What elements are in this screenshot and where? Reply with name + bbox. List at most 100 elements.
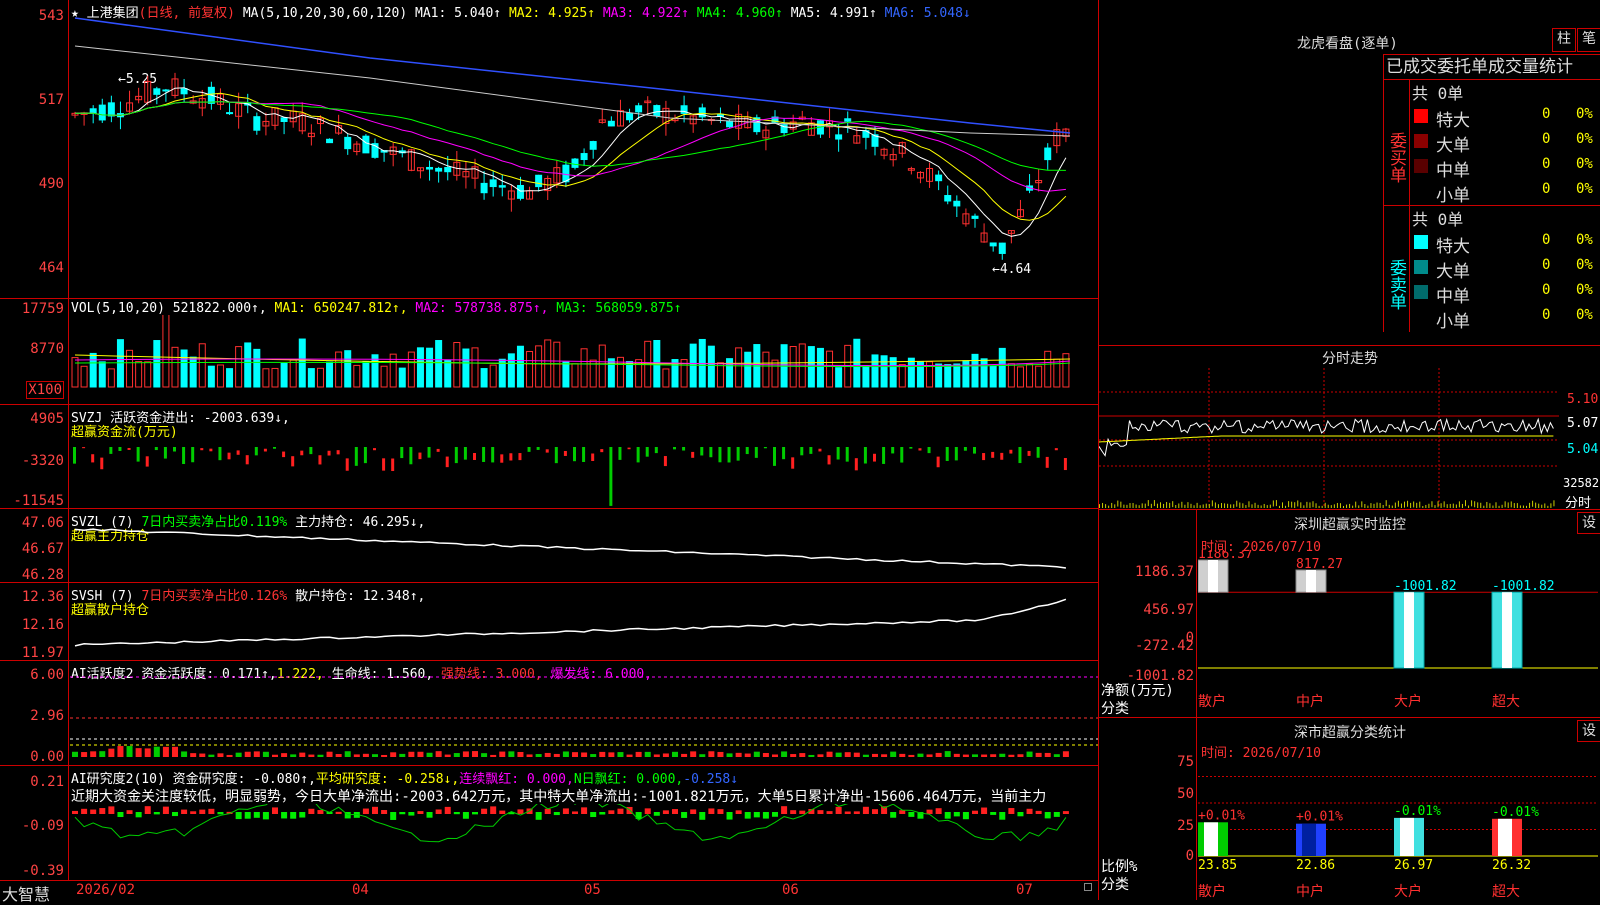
- intraday-volume: [1144, 503, 1146, 508]
- volume-bar: [535, 345, 543, 388]
- intraday-volume: [1306, 501, 1308, 508]
- volume-ma3: MA3: 568059.875↑: [556, 301, 682, 316]
- volume-unit[interactable]: X100: [26, 381, 64, 399]
- intraday-volume: [1129, 503, 1131, 508]
- ai-research-pane[interactable]: 0.21 -0.09 -0.39 AI研究度2(10) 资金研究度: -0.08…: [0, 766, 1098, 881]
- flow-bar: [973, 447, 976, 454]
- research-bar: [972, 810, 978, 814]
- flow-bar: [409, 447, 413, 465]
- volume-bar: [226, 368, 234, 388]
- activity-bar: [753, 751, 760, 757]
- candle: [253, 116, 261, 131]
- volume-pane[interactable]: 17759 8770 X100 VOL(5,10,20) 521822.000↑…: [0, 299, 1098, 405]
- research-bar: [1008, 808, 1015, 814]
- activity-bar: [835, 752, 842, 757]
- flow-bar: [718, 447, 722, 463]
- order-row: 小单 0 0%: [1410, 179, 1600, 206]
- svzj-pane[interactable]: 4905 -3320 -11545 SVZJ 活跃资金进出: -2003.639…: [0, 405, 1098, 509]
- intraday-volume: [1455, 504, 1457, 508]
- flow-bar: [263, 448, 267, 452]
- lock-icon[interactable]: [1084, 883, 1092, 891]
- svsh-pane[interactable]: 12.36 12.16 11.97 SVSH (7) 7日内买卖净占比0.126…: [0, 583, 1098, 661]
- intraday-volume: [1336, 502, 1338, 508]
- volume-bar: [235, 346, 243, 388]
- brand-label[interactable]: 大智慧: [2, 881, 50, 905]
- class-settings-button[interactable]: 设: [1577, 720, 1600, 742]
- flow-bar: [563, 450, 567, 456]
- research-bar: [144, 806, 151, 814]
- order-row: 特大 0 0%: [1410, 230, 1600, 257]
- volume-bars: [71, 315, 1071, 388]
- ai-active-pane[interactable]: 6.00 2.96 0.00 AI活跃度2 资金活跃度: 0.171↑,1.22…: [0, 661, 1098, 766]
- activity-bar: [444, 754, 451, 757]
- monitor-settings-button[interactable]: 设: [1577, 512, 1600, 534]
- intraday-volume: [1510, 501, 1512, 508]
- flow-bar: [1000, 452, 1004, 460]
- order-count: 0: [1542, 282, 1551, 298]
- intraday-panel[interactable]: 分时走势 5.10 5.07 5.04 32582 分时: [1099, 346, 1600, 511]
- flow-bar: [527, 447, 531, 452]
- activity-bar: [599, 751, 606, 757]
- bar-mode-button[interactable]: 柱: [1552, 28, 1576, 52]
- monitor-value: -1001.82: [1492, 579, 1555, 594]
- order-pct: 0%: [1576, 156, 1593, 172]
- ai-research-v5: -0.258↓: [683, 772, 739, 787]
- intraday-volume: [1538, 503, 1540, 508]
- activity-bar: [762, 752, 769, 757]
- research-bar: [835, 806, 842, 814]
- x-tick: 05: [584, 882, 601, 898]
- intraday-volume: [1507, 502, 1509, 508]
- intraday-volume: [1312, 501, 1314, 508]
- activity-bar: [653, 754, 660, 757]
- svzl-pane[interactable]: 47.06 46.67 46.28 SVZL (7) 7日内买卖净占比0.119…: [0, 509, 1098, 583]
- monitor-bar-highlight: [1208, 560, 1218, 593]
- volume-bar: [826, 350, 834, 388]
- right-panel: 龙虎看盘(逐单) 柱 笔 已成交委托单成交量统计 委买单 共 0单 特大 0 0% 大…: [1098, 0, 1600, 900]
- flow-bar: [836, 447, 840, 460]
- research-bar: [281, 812, 288, 819]
- activity-bar: [935, 752, 942, 757]
- research-bar: [217, 812, 224, 815]
- volume-name: VOL(5,10,20): [71, 301, 165, 316]
- candle: [344, 136, 352, 150]
- tick-mode-button[interactable]: 笔: [1577, 28, 1600, 52]
- y-tick: 543: [38, 8, 64, 24]
- order-pct: 0%: [1576, 106, 1593, 122]
- intraday-volume: [1440, 503, 1442, 508]
- activity-bar: [572, 752, 578, 757]
- flow-bar: [382, 458, 386, 471]
- intraday-volume: [1465, 500, 1466, 507]
- volume-bar: [180, 349, 188, 388]
- activity-bar: [299, 752, 306, 757]
- volume-value: 521822.000↑,: [172, 301, 267, 316]
- ma5-line: [74, 45, 1071, 137]
- activity-bar: [226, 754, 233, 757]
- activity-bar: [590, 754, 597, 757]
- kline-pane[interactable]: 543 517 490 464 ★ 上港集团(日线, 前复权) MA(5,10,…: [0, 0, 1098, 299]
- chart-area[interactable]: 543 517 490 464 ★ 上港集团(日线, 前复权) MA(5,10,…: [0, 0, 1098, 904]
- volume-bar: [907, 357, 915, 388]
- intraday-volume: [1196, 502, 1198, 508]
- intraday-volume: [1288, 501, 1290, 508]
- intraday-volume: [1477, 502, 1479, 508]
- activity-bar: [199, 753, 206, 757]
- flow-bar: [645, 447, 649, 457]
- intraday-volume: [1169, 502, 1171, 508]
- volume-bar: [662, 368, 670, 388]
- research-bar: [472, 812, 478, 815]
- volume-bar: [216, 364, 224, 388]
- flow-bar: [791, 457, 795, 469]
- intraday-chart[interactable]: [1099, 368, 1559, 508]
- intraday-volume: [1419, 501, 1421, 508]
- volume-bar: [71, 357, 79, 388]
- volume-bar: [626, 361, 634, 388]
- volume-bar: [353, 364, 361, 388]
- intraday-mode-label[interactable]: 分时: [1565, 492, 1591, 511]
- y-tick: 2.96: [30, 708, 64, 724]
- volume-bar: [107, 368, 115, 388]
- research-bar: [772, 812, 778, 817]
- candlestick-chart[interactable]: [70, 8, 1098, 298]
- activity-bar: [426, 752, 433, 757]
- intraday-volume: [1251, 504, 1253, 508]
- activity-bar: [435, 751, 442, 757]
